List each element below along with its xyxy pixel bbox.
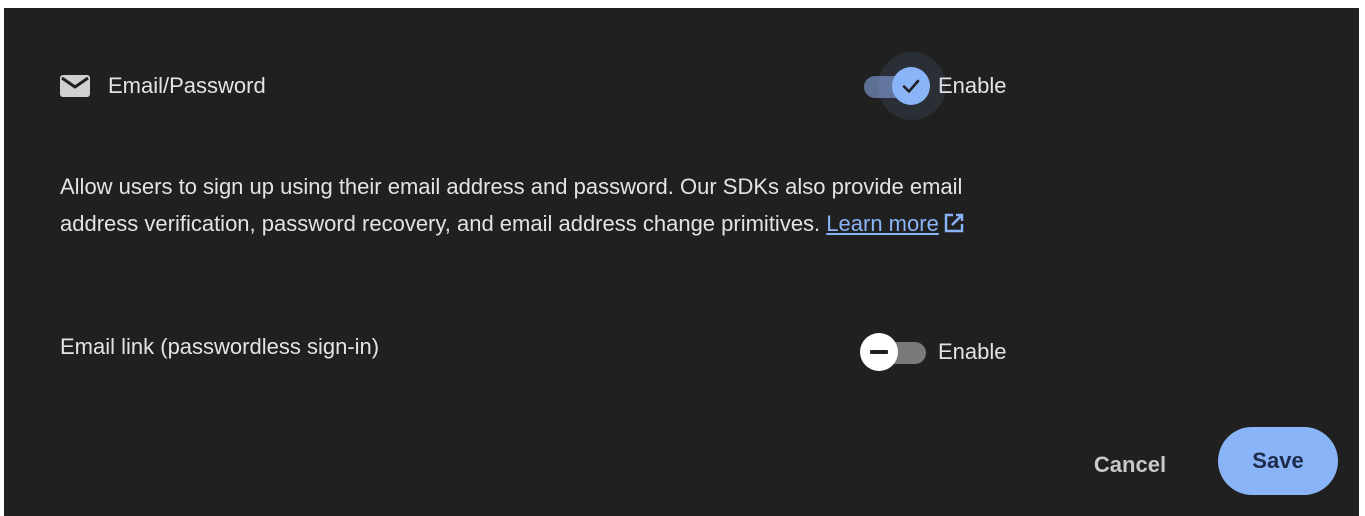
provider-header: Email/Password [60, 66, 266, 106]
provider-description: Allow users to sign up using their email… [60, 168, 1020, 242]
email-provider-panel: Email/Password Enable Allow users to sig… [4, 8, 1359, 516]
toggle-thumb [892, 67, 930, 105]
email-link-label: Email link (passwordless sign-in) [60, 334, 380, 359]
check-icon [902, 79, 920, 93]
toggle-thumb [860, 333, 898, 371]
mail-icon [60, 75, 90, 97]
email-password-enable-label: Enable [938, 73, 1007, 98]
provider-name: Email/Password [108, 73, 266, 98]
cancel-button[interactable]: Cancel [1070, 440, 1190, 490]
email-link-enable-label: Enable [938, 339, 1007, 364]
email-password-enable-toggle[interactable] [858, 52, 946, 120]
external-link-icon [944, 213, 964, 233]
email-link-enable-toggle[interactable] [858, 332, 930, 372]
save-button[interactable]: Save [1218, 427, 1338, 495]
email-link-enable-control: Enable [858, 332, 1007, 372]
email-password-enable-control: Enable [858, 52, 1007, 120]
learn-more-link-text: Learn more [826, 211, 939, 236]
minus-icon [870, 350, 888, 354]
learn-more-link[interactable]: Learn more [826, 211, 965, 236]
